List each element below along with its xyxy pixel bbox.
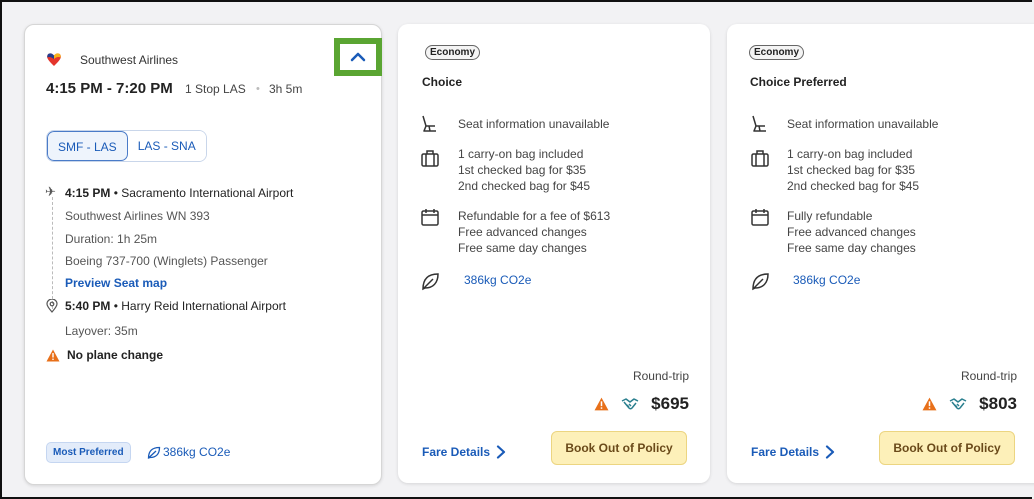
fare-name: Choice Preferred — [750, 75, 847, 89]
baggage-line: 2nd checked bag for $45 — [458, 179, 591, 193]
leaf-icon — [752, 273, 769, 291]
airline-logo-icon — [47, 53, 61, 66]
flight-time-range: 4:15 PM - 7:20 PM — [46, 80, 173, 97]
calendar-icon — [751, 209, 769, 226]
change-policy: Refundable for a fee of $613 Free advanc… — [458, 208, 610, 256]
warning-icon — [594, 397, 609, 411]
seat-info: Seat information unavailable — [458, 117, 610, 131]
departure-info: 4:15 PM • Sacramento International Airpo… — [65, 186, 294, 200]
flight-summary-card: Southwest Airlines 4:15 PM - 7:20 PM 1 S… — [24, 24, 382, 485]
trip-type: Round-trip — [960, 369, 1017, 383]
co2-emissions-link[interactable]: 386kg CO2e — [464, 273, 531, 287]
chevron-right-icon — [825, 445, 835, 459]
airline-name: Southwest Airlines — [80, 53, 179, 67]
policy-line: Free advanced changes — [458, 225, 587, 239]
tab-segment-smf-las[interactable]: SMF - LAS — [47, 131, 128, 161]
departure-plane-icon: ✈ — [45, 184, 56, 199]
layover-duration: Layover: 35m — [65, 324, 138, 338]
chevron-up-icon — [350, 52, 366, 62]
baggage-line: 1st checked bag for $35 — [458, 163, 587, 177]
baggage-line: 1 carry-on bag included — [458, 147, 584, 161]
co2-emissions-link[interactable]: 386kg CO2e — [147, 445, 230, 459]
seat-icon — [422, 115, 436, 132]
departure-time: 4:15 PM — [65, 186, 111, 200]
timeline-connector — [52, 197, 53, 309]
co2-value: 386kg CO2e — [163, 445, 231, 459]
book-out-of-policy-button[interactable]: Book Out of Policy — [551, 431, 687, 465]
warning-icon — [922, 397, 937, 411]
baggage-info: 1 carry-on bag included 1st checked bag … — [458, 146, 590, 194]
policy-line: Free same day changes — [458, 241, 587, 255]
plane-change-note: No plane change — [46, 348, 163, 362]
luggage-icon — [421, 150, 439, 167]
warning-icon — [46, 349, 60, 361]
arrival-time: 5:40 PM — [65, 299, 111, 313]
calendar-icon — [421, 209, 439, 226]
policy-line: Free same day changes — [787, 241, 916, 255]
fare-price: $695 — [651, 394, 689, 413]
baggage-line: 2nd checked bag for $45 — [787, 179, 920, 193]
chevron-right-icon — [496, 445, 506, 459]
leaf-icon — [147, 446, 161, 459]
departure-airport: Sacramento International Airport — [121, 186, 294, 200]
fare-card-choice: Economy Choice Seat information unavaila… — [398, 24, 710, 483]
fare-price: $803 — [979, 394, 1017, 413]
fare-card-choice-preferred: Economy Choice Preferred Seat informatio… — [727, 24, 1034, 483]
co2-emissions-link[interactable]: 386kg CO2e — [793, 273, 860, 287]
baggage-info: 1 carry-on bag included 1st checked bag … — [787, 146, 919, 194]
aircraft-type: Boeing 737-700 (Winglets) Passenger — [65, 254, 268, 268]
separator-dot: • — [256, 83, 260, 95]
fare-details-link[interactable]: Fare Details — [751, 445, 835, 459]
most-preferred-badge: Most Preferred — [46, 442, 131, 463]
leaf-icon — [422, 273, 439, 291]
fare-name: Choice — [422, 75, 463, 89]
fare-details-link[interactable]: Fare Details — [422, 445, 506, 459]
trip-type: Round-trip — [632, 369, 689, 383]
policy-line: Refundable for a fee of $613 — [458, 209, 611, 223]
price-row: $695 — [594, 394, 689, 414]
segment-tabs: SMF - LAS LAS - SNA — [46, 130, 207, 162]
seat-icon — [752, 115, 766, 132]
book-out-of-policy-button[interactable]: Book Out of Policy — [879, 431, 1015, 465]
stops-info: 1 Stop LAS — [185, 82, 246, 96]
cabin-badge: Economy — [749, 45, 805, 60]
preview-seat-map-link[interactable]: Preview Seat map — [65, 276, 167, 290]
price-row: $803 — [922, 394, 1017, 414]
handshake-icon — [621, 398, 639, 410]
arrival-info: 5:40 PM • Harry Reid International Airpo… — [65, 299, 286, 313]
luggage-icon — [751, 150, 769, 167]
segment-duration: Duration: 1h 25m — [65, 232, 158, 246]
fare-details-label: Fare Details — [422, 445, 491, 459]
cabin-badge: Economy — [425, 45, 481, 60]
flight-number: Southwest Airlines WN 393 — [65, 209, 210, 223]
arrival-airport: Harry Reid International Airport — [121, 299, 286, 313]
baggage-line: 1st checked bag for $35 — [787, 163, 916, 177]
total-duration: 3h 5m — [269, 82, 303, 96]
plane-change-text: No plane change — [67, 348, 164, 362]
tab-segment-las-sna[interactable]: LAS - SNA — [127, 131, 206, 161]
policy-line: Free advanced changes — [787, 225, 916, 239]
seat-info: Seat information unavailable — [787, 117, 939, 131]
fare-details-label: Fare Details — [751, 445, 820, 459]
collapse-button[interactable] — [334, 38, 382, 76]
policy-line: Fully refundable — [787, 209, 873, 223]
handshake-icon — [949, 398, 967, 410]
location-pin-icon — [46, 299, 58, 313]
change-policy: Fully refundable Free advanced changes F… — [787, 208, 916, 256]
baggage-line: 1 carry-on bag included — [787, 147, 913, 161]
